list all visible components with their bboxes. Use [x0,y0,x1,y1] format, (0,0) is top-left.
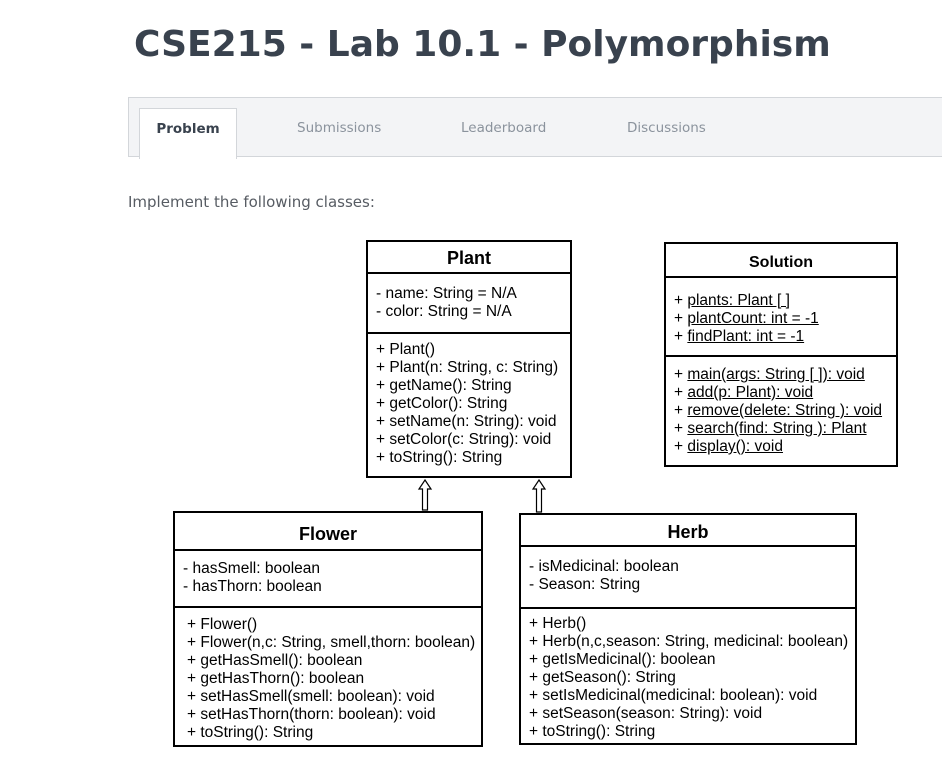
method: + toString(): String [376,449,503,466]
method: + setColor(c: String): void [376,431,552,448]
tab-discussions[interactable]: Discussions [627,98,706,158]
class-name: Flower [175,513,481,551]
method: + setHasThorn(thorn: boolean): void [187,706,436,723]
method: + Herb(n,c,season: String, medicinal: bo… [529,633,849,650]
class-methods: + Flower() + Flower(n,c: String, smell,t… [175,606,481,742]
class-plant: Plant - name: String = N/A - color: Stri… [366,240,572,478]
attribute: + plantCount: int = -1 [674,310,819,327]
attribute: - name: String = N/A [376,285,517,302]
method: + remove(delete: String ): void [674,402,883,419]
method: + getSeason(): String [529,669,676,686]
class-attributes: - hasSmell: boolean - hasThorn: boolean [175,551,481,606]
method: + getName(): String [376,377,512,394]
tab-leaderboard[interactable]: Leaderboard [461,98,546,158]
class-attributes: - isMedicinal: boolean - Season: String [521,547,855,607]
method: + Flower() [187,616,258,633]
class-methods: + main(args: String [ ]): void + add(p: … [666,355,896,456]
method: + add(p: Plant): void [674,384,814,401]
attribute: - Season: String [529,576,641,593]
method: + Plant(n: String, c: String) [376,359,559,376]
method: + search(find: String ): Plant [674,420,867,437]
inheritance-arrow-herb [531,479,547,513]
attribute: - hasSmell: boolean [183,560,320,577]
class-methods: + Herb() + Herb(n,c,season: String, medi… [521,607,855,741]
page-title: CSE215 - Lab 10.1 - Polymorphism [134,24,831,65]
class-herb: Herb - isMedicinal: boolean - Season: St… [519,513,857,745]
class-methods: + Plant() + Plant(n: String, c: String) … [368,332,570,467]
method: + Flower(n,c: String, smell,thorn: boole… [187,634,476,651]
method: + setIsMedicinal(medicinal: boolean): vo… [529,687,818,704]
attribute: - isMedicinal: boolean [529,558,679,575]
method: + Plant() [376,341,436,358]
tab-submissions[interactable]: Submissions [297,98,381,158]
attribute: - hasThorn: boolean [183,578,322,595]
method: + getIsMedicinal(): boolean [529,651,716,668]
method: + Herb() [529,615,587,632]
method: + toString(): String [187,724,314,741]
inheritance-arrow-flower [417,479,433,511]
class-flower: Flower - hasSmell: boolean - hasThorn: b… [173,511,483,747]
method: + display(): void [674,438,783,455]
class-name: Plant [368,242,570,274]
class-attributes: - name: String = N/A - color: String = N… [368,274,570,332]
attribute: + findPlant: int = -1 [674,328,805,345]
method: + setName(n: String): void [376,413,557,430]
attribute: - color: String = N/A [376,303,512,320]
method: + getColor(): String [376,395,508,412]
method: + main(args: String [ ]): void [674,366,865,383]
attribute: + plants: Plant [ ] [674,292,790,309]
class-solution: Solution + plants: Plant [ ] + plantCoun… [664,242,898,467]
tab-bar: Problem Submissions Leaderboard Discussi… [128,97,942,159]
class-attributes: + plants: Plant [ ] + plantCount: int = … [666,278,896,355]
method: + toString(): String [529,723,656,740]
tab-problem[interactable]: Problem [139,108,237,159]
class-name: Solution [666,244,896,278]
method: + setHasSmell(smell: boolean): void [187,688,435,705]
class-name: Herb [521,515,855,547]
method: + getHasThorn(): boolean [187,670,365,687]
method: + setSeason(season: String): void [529,705,763,722]
method: + getHasSmell(): boolean [187,652,363,669]
problem-intro: Implement the following classes: [128,193,375,211]
